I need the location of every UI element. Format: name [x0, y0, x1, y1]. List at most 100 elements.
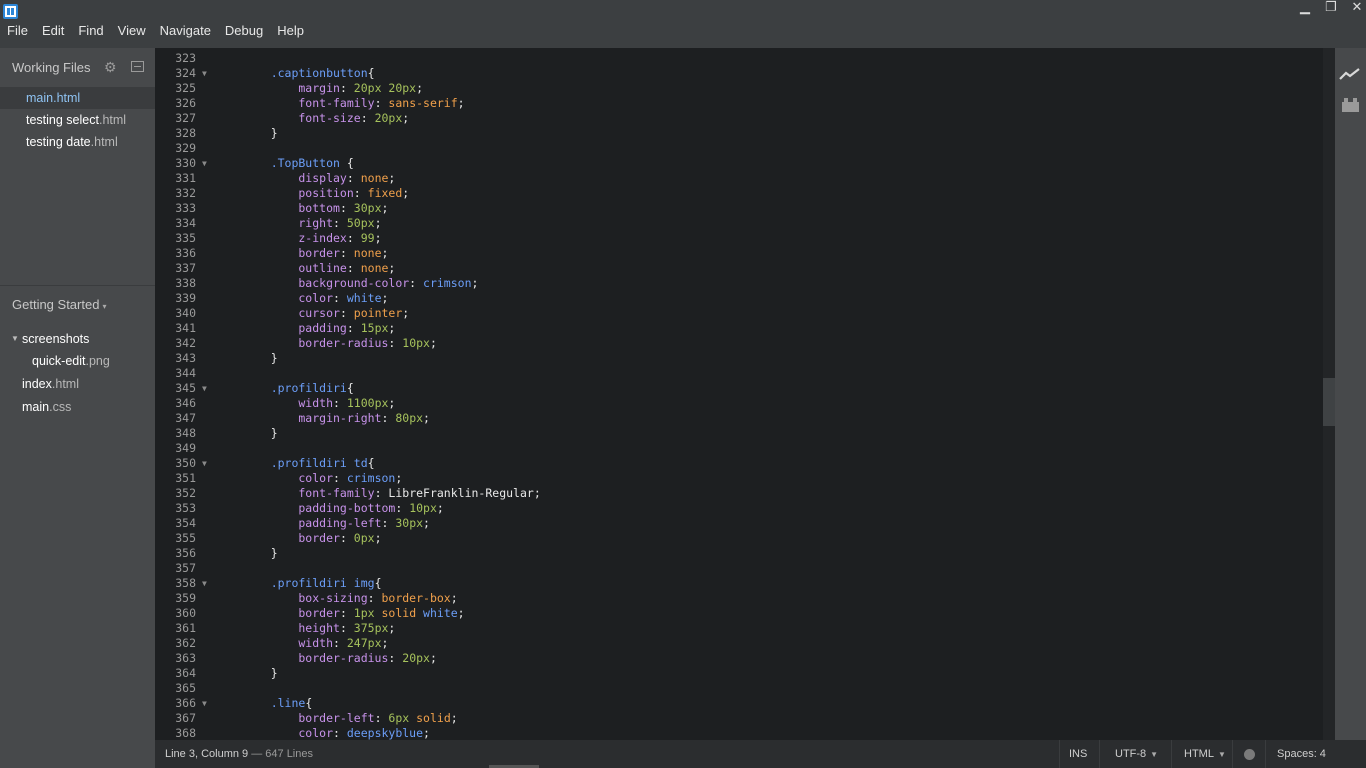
language-selector[interactable]: HTML ▼ [1184, 748, 1226, 760]
fold-toggle-icon[interactable]: ▼ [202, 66, 207, 81]
code-line[interactable]: 334 right: 50px; [155, 216, 1323, 231]
code-line[interactable]: 330 ▼ .TopButton { [155, 156, 1323, 171]
live-preview-icon[interactable] [1339, 66, 1361, 82]
code-line[interactable]: 355 border: 0px; [155, 531, 1323, 546]
menu-view[interactable]: View [111, 21, 153, 41]
code-line[interactable]: 364 } [155, 666, 1323, 681]
line-number: 364 [175, 666, 196, 680]
tree-file[interactable]: index.html [22, 374, 79, 394]
fold-toggle-icon[interactable]: ▼ [202, 456, 207, 471]
code-line[interactable]: 361 height: 375px; [155, 621, 1323, 636]
cursor-position[interactable]: Line 3, Column 9 — 647 Lines [165, 748, 313, 760]
code-line[interactable]: 366 ▼ .line{ [155, 696, 1323, 711]
code-line[interactable]: 358 ▼ .profildiri img{ [155, 576, 1323, 591]
code-token: 0px [353, 531, 375, 545]
code-line[interactable]: 365 [155, 681, 1323, 696]
code-line[interactable]: 357 [155, 561, 1323, 576]
code-line[interactable]: 342 border-radius: 10px; [155, 336, 1323, 351]
code-line[interactable]: 367 border-left: 6px solid; [155, 711, 1323, 726]
code-line[interactable]: 341 padding: 15px; [155, 321, 1323, 336]
code-line[interactable]: 353 padding-bottom: 10px; [155, 501, 1323, 516]
line-number: 335 [175, 231, 196, 245]
tree-folder-screenshots[interactable]: screenshots [22, 329, 89, 349]
code-token: font-family [243, 96, 375, 110]
code-line[interactable]: 329 [155, 141, 1323, 156]
code-token: .profildiri td [243, 456, 368, 470]
menu-edit[interactable]: Edit [35, 21, 71, 41]
code-line[interactable]: 340 cursor: pointer; [155, 306, 1323, 321]
split-view-icon[interactable] [131, 61, 144, 72]
fold-toggle-icon[interactable]: ▼ [202, 156, 207, 171]
code-line[interactable]: 349 [155, 441, 1323, 456]
menu-help[interactable]: Help [270, 21, 311, 41]
fold-toggle-icon[interactable]: ▼ [202, 696, 207, 711]
line-number: 354 [175, 516, 196, 530]
maximize-button[interactable]: ❐ [1318, 0, 1344, 14]
code-line[interactable]: 346 width: 1100px; [155, 396, 1323, 411]
code-line[interactable]: 344 [155, 366, 1323, 381]
code-token: : [333, 291, 347, 305]
status-bar: Line 3, Column 9 — 647 Lines INS UTF-8 ▼ … [155, 740, 1366, 768]
code-line[interactable]: 331 display: none; [155, 171, 1323, 186]
folder-expanded-icon[interactable]: ▼ [11, 334, 19, 343]
code-line[interactable]: 351 color: crimson; [155, 471, 1323, 486]
code-line[interactable]: 327 font-size: 20px; [155, 111, 1323, 126]
code-token: ; [374, 231, 382, 245]
tree-file[interactable]: quick-edit.png [32, 351, 110, 371]
code-line[interactable]: 328 } [155, 126, 1323, 141]
code-text: box-sizing: border-box; [243, 591, 457, 606]
status-divider [1059, 740, 1060, 768]
code-line[interactable]: 332 position: fixed; [155, 186, 1323, 201]
code-line[interactable]: 363 border-radius: 20px; [155, 651, 1323, 666]
code-line[interactable]: 333 bottom: 30px; [155, 201, 1323, 216]
lint-status-icon[interactable] [1244, 749, 1255, 760]
code-line[interactable]: 339 color: white; [155, 291, 1323, 306]
indent-spaces-selector[interactable]: Spaces: 4 [1277, 748, 1326, 760]
code-line[interactable]: 323 [155, 51, 1323, 66]
code-line[interactable]: 347 margin-right: 80px; [155, 411, 1323, 426]
code-text: .captionbutton{ [243, 66, 375, 81]
editor-scrollbar-thumb[interactable] [1323, 378, 1335, 426]
code-token: crimson [423, 276, 472, 290]
code-line[interactable]: 326 font-family: sans-serif; [155, 96, 1323, 111]
code-line[interactable]: 352 font-family: LibreFranklin-Regular; [155, 486, 1323, 501]
minimize-button[interactable]: ▁ [1292, 0, 1318, 14]
code-line[interactable]: 368 color: deepskyblue; [155, 726, 1323, 740]
code-editor[interactable]: 323 324 ▼ .captionbutton{325 margin: 20px … [155, 48, 1335, 740]
tree-file[interactable]: main.css [22, 397, 71, 417]
code-line[interactable]: 354 padding-left: 30px; [155, 516, 1323, 531]
code-line[interactable]: 348 } [155, 426, 1323, 441]
fold-toggle-icon[interactable]: ▼ [202, 576, 207, 591]
code-line[interactable]: 343 } [155, 351, 1323, 366]
code-line[interactable]: 356 } [155, 546, 1323, 561]
working-file-item[interactable]: testing select.html [0, 109, 155, 131]
menu-find[interactable]: Find [71, 21, 110, 41]
close-button[interactable]: ✕ [1344, 0, 1366, 14]
menu-debug[interactable]: Debug [218, 21, 270, 41]
code-token: } [243, 666, 278, 680]
encoding-selector[interactable]: UTF-8 ▼ [1115, 748, 1158, 760]
code-line[interactable]: 336 border: none; [155, 246, 1323, 261]
insert-mode-toggle[interactable]: INS [1069, 748, 1087, 760]
gear-icon[interactable]: ⚙ [104, 59, 117, 76]
code-line[interactable]: 325 margin: 20px 20px; [155, 81, 1323, 96]
working-file-item[interactable]: testing date.html [0, 131, 155, 153]
code-line[interactable]: 338 background-color: crimson; [155, 276, 1323, 291]
code-line[interactable]: 324 ▼ .captionbutton{ [155, 66, 1323, 81]
extension-manager-icon[interactable] [1341, 97, 1360, 113]
fold-toggle-icon[interactable]: ▼ [202, 381, 207, 396]
code-line[interactable]: 362 width: 247px; [155, 636, 1323, 651]
menu-file[interactable]: File [0, 21, 35, 41]
menu-navigate[interactable]: Navigate [153, 21, 218, 41]
code-line[interactable]: 359 box-sizing: border-box; [155, 591, 1323, 606]
working-file-item[interactable]: main.html [0, 87, 155, 109]
project-name: Getting Started [12, 297, 100, 312]
code-text: border: 1px solid white; [243, 606, 464, 621]
project-title[interactable]: Getting Started ▾ [12, 297, 106, 312]
code-line[interactable]: 350 ▼ .profildiri td{ [155, 456, 1323, 471]
code-line[interactable]: 360 border: 1px solid white; [155, 606, 1323, 621]
code-text: width: 247px; [243, 636, 388, 651]
code-line[interactable]: 337 outline: none; [155, 261, 1323, 276]
code-line[interactable]: 345 ▼ .profildiri{ [155, 381, 1323, 396]
code-line[interactable]: 335 z-index: 99; [155, 231, 1323, 246]
